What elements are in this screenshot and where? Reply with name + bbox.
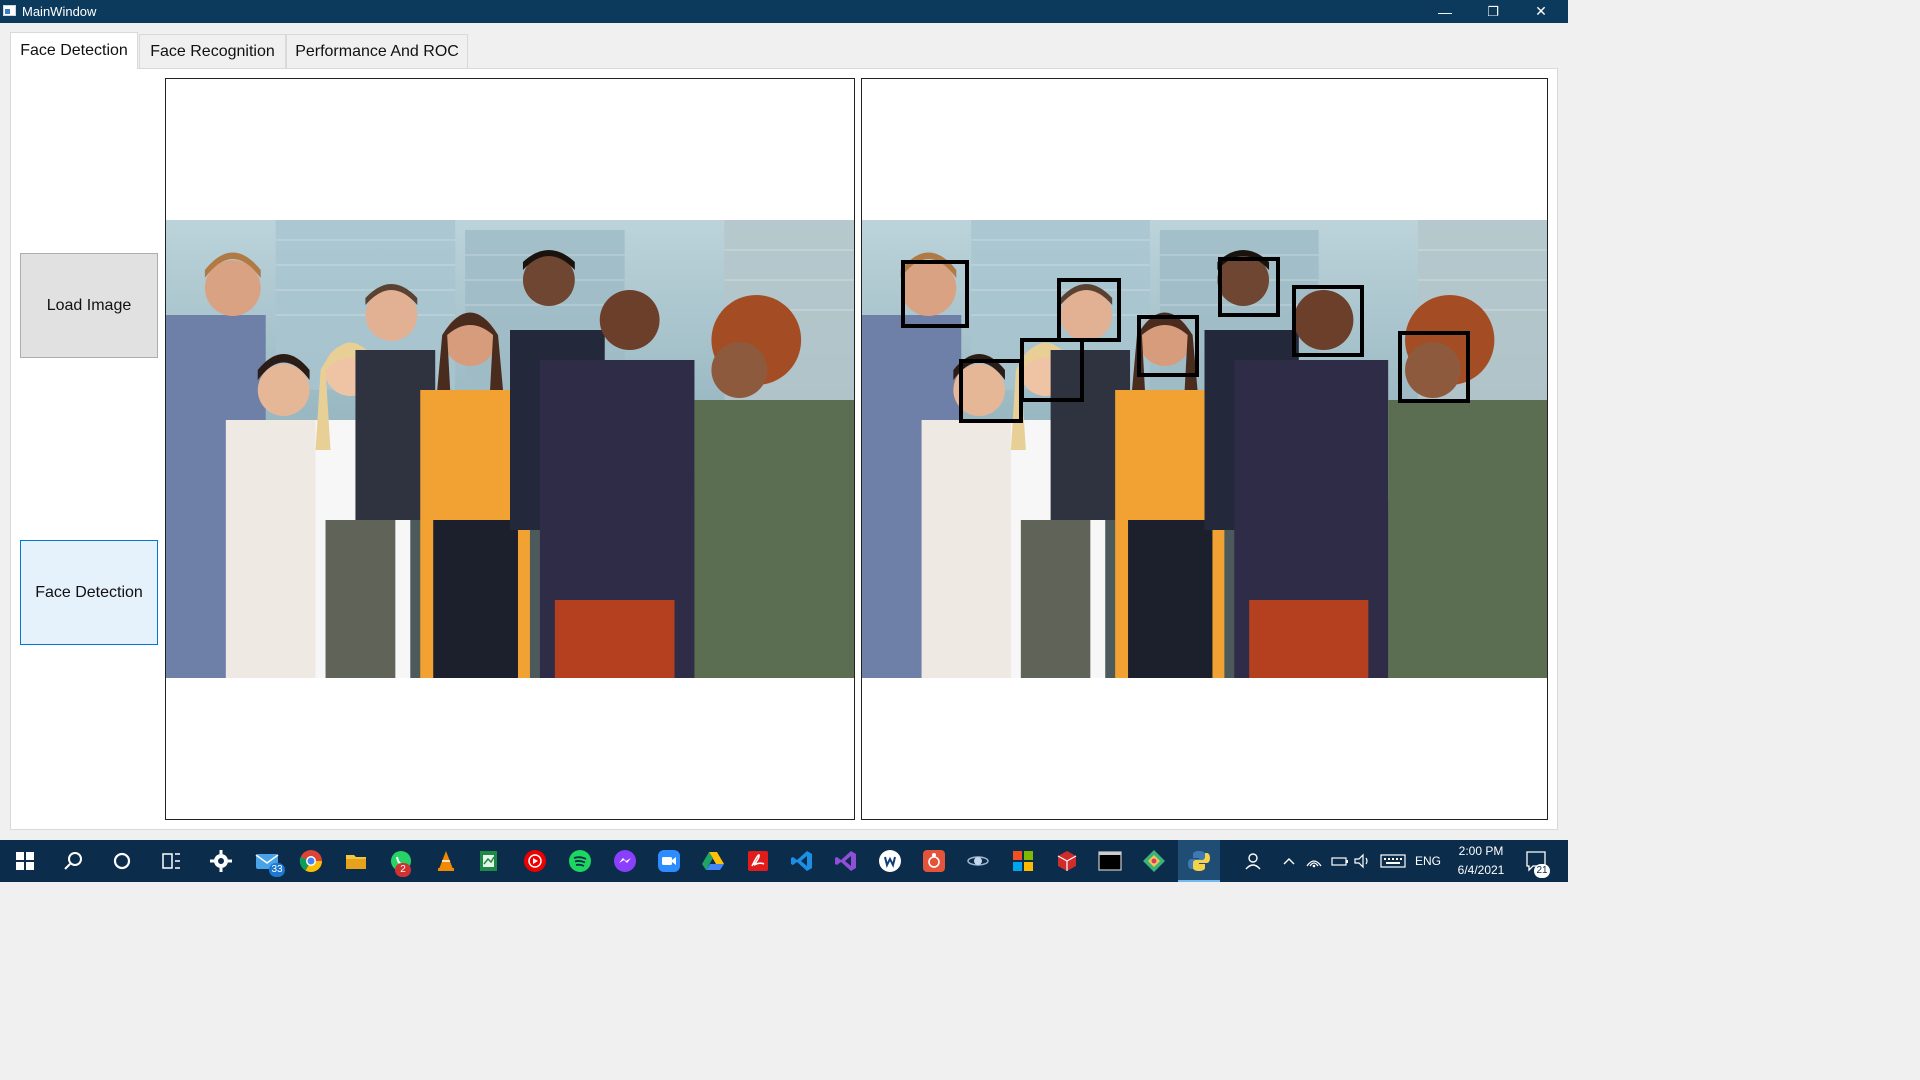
3d-icon[interactable] xyxy=(1055,849,1079,873)
volume-icon[interactable] xyxy=(1353,849,1373,873)
settings-icon[interactable] xyxy=(209,849,233,873)
face-detection-label: Face Detection xyxy=(35,583,143,601)
minimize-button[interactable]: — xyxy=(1422,0,1468,23)
youtube-music-icon[interactable] xyxy=(523,849,547,873)
people-icon[interactable] xyxy=(1243,849,1267,873)
battery-icon[interactable] xyxy=(1330,849,1350,873)
face-box xyxy=(1020,338,1084,402)
app-icon[interactable] xyxy=(878,849,902,873)
chrome-icon[interactable] xyxy=(299,849,323,873)
whatsapp-badge: 2 xyxy=(395,863,411,877)
face-box xyxy=(901,260,969,328)
tab-label: Face Detection xyxy=(20,42,128,59)
close-button[interactable]: ✕ xyxy=(1518,0,1564,23)
google-drive-icon[interactable] xyxy=(701,849,725,873)
office-icon[interactable] xyxy=(1011,849,1035,873)
vscode-icon[interactable] xyxy=(790,849,814,873)
notification-count: 21 xyxy=(1534,864,1550,878)
tab-face-detection[interactable]: Face Detection xyxy=(10,32,138,69)
face-box xyxy=(1292,285,1364,357)
language-indicator[interactable]: ENG xyxy=(1415,854,1441,868)
face-box xyxy=(959,359,1023,423)
cortana-icon[interactable] xyxy=(110,849,134,873)
spreadsheet-icon[interactable] xyxy=(477,849,501,873)
mail-badge: 33 xyxy=(269,863,285,877)
face-detection-button[interactable]: Face Detection xyxy=(20,540,158,645)
maximize-button[interactable]: ❐ xyxy=(1470,0,1516,23)
git-icon[interactable] xyxy=(922,849,946,873)
chevron-up-icon[interactable] xyxy=(1281,849,1297,873)
keyboard-icon[interactable] xyxy=(1380,849,1406,873)
tab-label: Face Recognition xyxy=(150,42,275,60)
face-box xyxy=(1218,257,1280,317)
clock-time[interactable]: 2:00 PM xyxy=(1452,844,1510,858)
taskbar: 33 2 ENG 2:00 PM 6/4/2021 21 xyxy=(0,840,1568,882)
clock-date[interactable]: 6/4/2021 xyxy=(1452,863,1510,877)
satellite-icon[interactable] xyxy=(966,849,990,873)
task-view-icon[interactable] xyxy=(159,849,183,873)
face-box xyxy=(1057,278,1121,342)
wifi-icon[interactable] xyxy=(1304,849,1324,873)
tab-performance-and-roc[interactable]: Performance And ROC xyxy=(286,34,468,68)
window-title: MainWindow xyxy=(22,4,97,19)
python-icon[interactable] xyxy=(1187,849,1211,873)
tab-label: Performance And ROC xyxy=(295,42,459,60)
file-explorer-icon[interactable] xyxy=(344,849,368,873)
terminal-icon[interactable] xyxy=(1098,849,1122,873)
visual-studio-icon[interactable] xyxy=(834,849,858,873)
load-image-button[interactable]: Load Image xyxy=(20,253,158,358)
vlc-icon[interactable] xyxy=(434,849,458,873)
windows-start-icon[interactable] xyxy=(13,849,37,873)
search-icon[interactable] xyxy=(61,849,85,873)
output-image-view xyxy=(861,78,1548,820)
face-box xyxy=(1137,315,1199,377)
input-image-view xyxy=(165,78,855,820)
zoom-icon[interactable] xyxy=(657,849,681,873)
load-image-label: Load Image xyxy=(46,296,132,314)
sourcetree-icon[interactable] xyxy=(1142,849,1166,873)
acrobat-icon[interactable] xyxy=(746,849,770,873)
input-group-photo xyxy=(166,220,854,678)
app-window-icon xyxy=(3,5,16,16)
spotify-icon[interactable] xyxy=(568,849,592,873)
title-bar: MainWindow — ❐ ✕ xyxy=(0,0,1568,23)
face-box xyxy=(1398,331,1470,403)
tab-face-recognition[interactable]: Face Recognition xyxy=(139,34,286,68)
messenger-icon[interactable] xyxy=(613,849,637,873)
